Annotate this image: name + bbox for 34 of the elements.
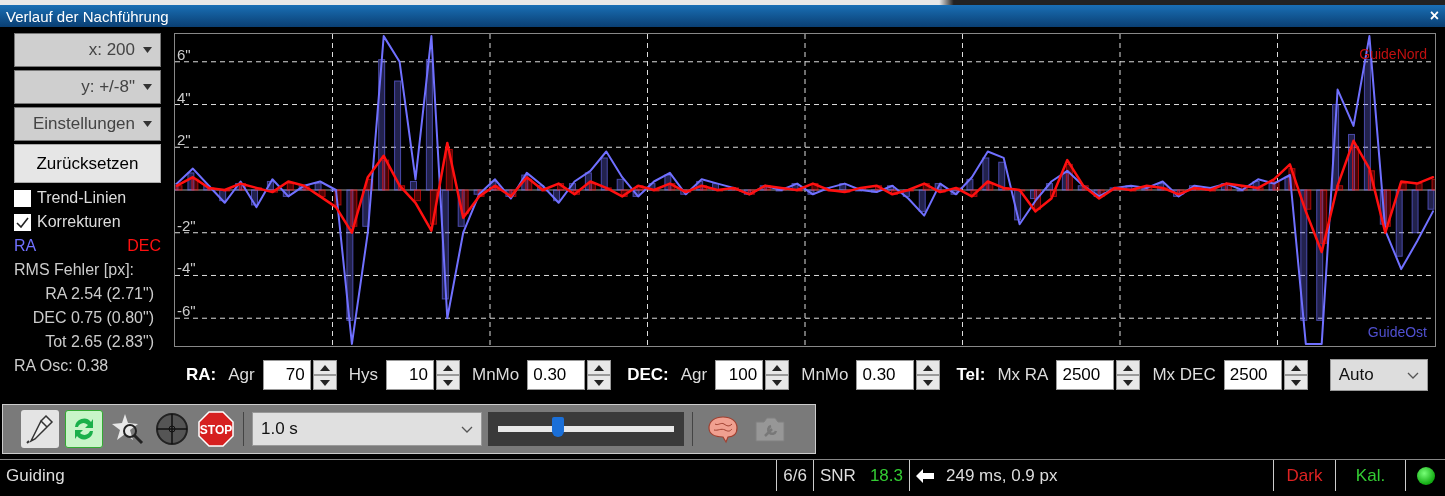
field-label: Agr bbox=[680, 365, 708, 385]
checkbox-label: Trend-Linien bbox=[37, 189, 127, 207]
field-label: Mx DEC bbox=[1152, 365, 1216, 385]
group-label: Tel: bbox=[956, 365, 986, 385]
status-label: Kal. bbox=[1355, 465, 1386, 486]
field-label: MnMo bbox=[801, 365, 849, 385]
rms-value: Tot 2.65 (2.83") bbox=[44, 332, 155, 352]
axis-label: 6" bbox=[177, 45, 191, 63]
axis-label: -2" bbox=[177, 216, 196, 234]
rms-value: DEC 0.75 (0.80") bbox=[31, 308, 155, 328]
axis-label: 4" bbox=[177, 88, 191, 106]
status-text: Guiding bbox=[6, 465, 65, 486]
legend-label: RA bbox=[14, 237, 37, 255]
status-label: Dark bbox=[1286, 465, 1323, 486]
legend-label: DEC bbox=[127, 237, 161, 255]
axis-direction-label: GuideOst bbox=[1366, 324, 1428, 340]
window-title: Verlauf der Nachführung bbox=[6, 7, 169, 25]
group-label: DEC: bbox=[627, 365, 669, 385]
axis-label: -4" bbox=[177, 259, 196, 277]
rms-value: RA 2.54 (2.71") bbox=[44, 284, 155, 304]
stats-title: RMS Fehler [px]: bbox=[14, 260, 136, 280]
oscillation-value: RA Osc: 0.38 bbox=[14, 356, 110, 376]
field-label: Mx RA bbox=[997, 365, 1049, 385]
field-label: MnMo bbox=[471, 365, 520, 385]
frame-count: 6/6 bbox=[783, 465, 807, 486]
guide-step-text: 249 ms, 0.9 px bbox=[946, 465, 1058, 486]
group-label: RA: bbox=[186, 365, 217, 385]
axis-label: -6" bbox=[177, 302, 196, 320]
snr-label: SNR bbox=[820, 465, 856, 486]
checkbox-label: Korrekturen bbox=[37, 213, 121, 231]
field-label: Agr bbox=[228, 365, 255, 385]
axis-label: 2" bbox=[177, 131, 191, 149]
field-label: Hys bbox=[348, 365, 378, 385]
snr-value: 18.3 bbox=[869, 465, 903, 486]
